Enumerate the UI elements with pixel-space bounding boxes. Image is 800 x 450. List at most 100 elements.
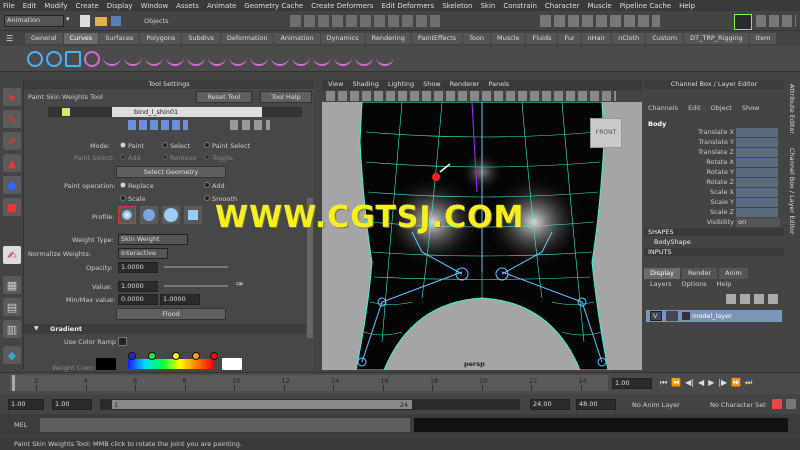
channel-attr-value[interactable] [736, 188, 778, 197]
menu-item-animate[interactable]: Animate [207, 2, 236, 10]
menu-item-skeleton[interactable]: Skeleton [442, 2, 472, 10]
playback-controls[interactable]: ⏮ ⏪ ◀| ◀ ▶ |▶ ⏩ ⏭ [660, 378, 780, 389]
menu-item-create-deformers[interactable]: Create Deformers [311, 2, 373, 10]
select-geometry-button[interactable]: Select Geometry [116, 166, 226, 178]
circle-icon[interactable] [46, 50, 62, 67]
anim-layer-dropdown[interactable]: No Anim Layer [632, 401, 680, 409]
shelf-tab-subdivs[interactable]: Subdivs [182, 33, 220, 44]
channel-attr-label[interactable]: Translate X [698, 128, 734, 136]
layer-tab-render[interactable]: Render [681, 268, 718, 279]
shelf-tab-nhair[interactable]: nHair [581, 33, 612, 44]
shelf-tab-fur[interactable]: Fur [558, 33, 581, 44]
save-icon[interactable] [111, 16, 121, 26]
curve-icon[interactable] [292, 52, 310, 66]
layer-menu-layers[interactable]: Layers [650, 280, 672, 288]
ramp-key-icon[interactable] [148, 352, 156, 360]
use-color-ramp-checkbox[interactable] [118, 337, 127, 346]
channel-attr-value[interactable] [736, 148, 778, 157]
eyedropper-icon[interactable]: ✑ [236, 280, 244, 290]
layer-tool-icons[interactable] [726, 294, 780, 304]
profile-soft-button[interactable] [140, 206, 158, 224]
menu-item-edit[interactable]: Edit [23, 2, 37, 10]
weight-color-white-swatch[interactable] [222, 358, 242, 370]
menu-item-file[interactable]: File [3, 2, 15, 10]
mode-paint-select-radio[interactable] [204, 142, 210, 148]
weight-color-ramp[interactable] [128, 359, 214, 369]
channel-attr-label[interactable]: Rotate Y [707, 168, 734, 176]
playback-start-field[interactable]: 1.00 [52, 399, 92, 410]
menu-item-modify[interactable]: Modify [44, 2, 67, 10]
channel-attr-value[interactable] [736, 178, 778, 187]
layer-row[interactable]: V model_layer [646, 310, 782, 322]
viewport-menu-renderer[interactable]: Renderer [450, 80, 480, 90]
render-icons[interactable] [540, 15, 660, 27]
curve-icon[interactable] [187, 52, 205, 66]
channel-box-tab[interactable]: Channel Box / Layer Editor [788, 148, 796, 235]
rotate-icon[interactable]: ● [3, 176, 21, 194]
curve-icon[interactable] [376, 52, 394, 66]
shelf-tab-ncloth[interactable]: nCloth [612, 33, 646, 44]
curve-icon[interactable] [229, 52, 247, 66]
mode-select-radio[interactable] [162, 142, 168, 148]
profile-gaussian-button[interactable] [118, 206, 136, 224]
op-smooth-radio[interactable] [204, 195, 210, 201]
channel-attr-label[interactable]: Translate Z [698, 148, 734, 156]
attribute-editor-tab[interactable]: Attribute Editor [788, 84, 796, 134]
input-line-field[interactable] [734, 14, 752, 30]
shelf-tab-toon[interactable]: Toon [463, 33, 490, 44]
end-time-field[interactable]: 48.00 [576, 399, 616, 410]
channel-attr-value[interactable] [736, 208, 778, 217]
value-slider[interactable] [164, 285, 228, 287]
mode-dropdown[interactable]: Animation [4, 15, 64, 27]
ramp-key-icon[interactable] [210, 352, 218, 360]
layer-menu-help[interactable]: Help [717, 280, 732, 288]
square-icon[interactable] [65, 50, 81, 67]
menu-item-geometry-cache[interactable]: Geometry Cache [244, 2, 303, 10]
new-scene-icon[interactable] [80, 15, 90, 27]
ps-add-radio[interactable] [120, 154, 126, 160]
channel-menu-object[interactable]: Object [711, 104, 732, 112]
layout-icon[interactable]: ▤ [3, 298, 21, 316]
command-input[interactable] [40, 418, 410, 432]
op-scale-radio[interactable] [120, 195, 126, 201]
menu-item-muscle[interactable]: Muscle [587, 2, 611, 10]
ramp-key-icon[interactable] [172, 352, 180, 360]
menu-item-character[interactable]: Character [545, 2, 580, 10]
select-arrow-icon[interactable]: ➤ [3, 88, 21, 106]
viewport-menu-panels[interactable]: Panels [488, 80, 509, 90]
channel-attr-label[interactable]: Rotate Z [706, 178, 734, 186]
shelf-tab-deformation[interactable]: Deformation [220, 33, 274, 44]
viewport-toolbar-icons[interactable] [326, 91, 616, 101]
weight-tool-icons[interactable] [128, 120, 188, 130]
max-value-field[interactable]: 1.0000 [160, 294, 200, 305]
viewport-menu-show[interactable]: Show [423, 80, 441, 90]
channel-attr-value[interactable] [736, 138, 778, 147]
step-forward-icon[interactable]: ⏩ [731, 378, 741, 389]
channel-attr-label[interactable]: Scale X [710, 188, 734, 196]
channel-menu-edit[interactable]: Edit [688, 104, 701, 112]
channel-attr-label[interactable]: Scale Y [710, 198, 734, 206]
curve-icon[interactable] [271, 52, 289, 66]
step-back-icon[interactable]: ⏪ [671, 378, 681, 389]
min-value-field[interactable]: 0.0000 [118, 294, 158, 305]
normalize-dropdown[interactable]: Interactive [118, 248, 168, 259]
ps-remove-radio[interactable] [162, 154, 168, 160]
shelf-tab-polygons[interactable]: Polygons [140, 33, 182, 44]
curve-icon[interactable] [166, 52, 184, 66]
circle-icon[interactable] [27, 50, 43, 67]
influence-item[interactable]: bind_l_shin01 [112, 107, 262, 117]
shelf-tab-curves[interactable]: Curves [63, 33, 99, 44]
channel-attr-label[interactable]: Scale Z [710, 208, 734, 216]
curve-icon[interactable] [145, 52, 163, 66]
channel-attr-value[interactable] [736, 198, 778, 207]
play-icon[interactable]: ▶ [708, 378, 714, 389]
menu-item-create[interactable]: Create [75, 2, 98, 10]
play-back-icon[interactable]: ◀ [698, 378, 704, 389]
panel-toggle-icons[interactable] [756, 15, 796, 27]
shelf-tab-painteffects[interactable]: PaintEffects [411, 33, 463, 44]
mel-label[interactable]: MEL [14, 421, 27, 429]
shelf-tab-dynamics[interactable]: Dynamics [320, 33, 365, 44]
curve-icon[interactable] [103, 52, 121, 66]
ramp-key-icon[interactable] [128, 352, 136, 360]
menu-item-display[interactable]: Display [107, 2, 133, 10]
